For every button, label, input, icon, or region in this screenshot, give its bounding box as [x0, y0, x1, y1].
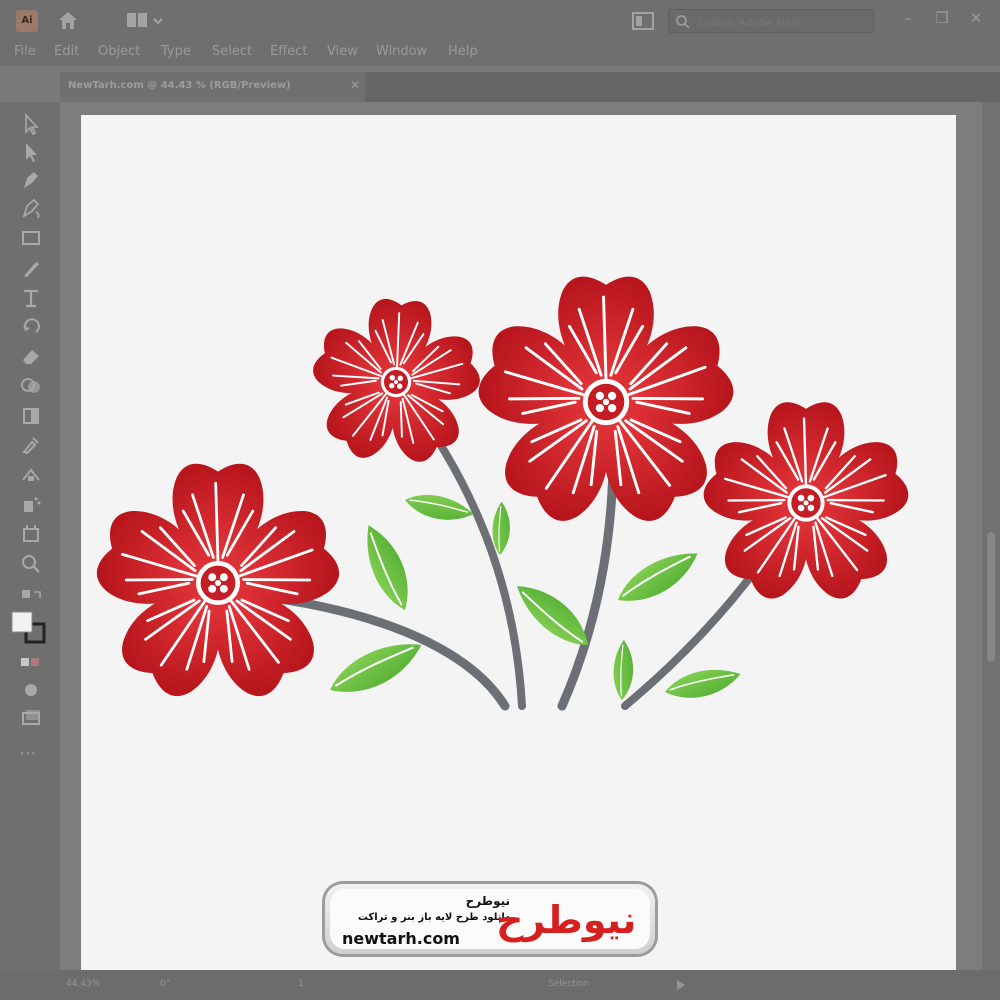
leaves [321, 484, 744, 702]
badge-title: نیوطرح [465, 894, 510, 908]
watermark-badge-inner: نیوطرح دانلود طرح لایه باز بنر و تراکت n… [330, 889, 650, 949]
flower-center [472, 277, 740, 532]
zoom-level[interactable]: 44.43% [66, 979, 100, 989]
artboard-number[interactable]: 1 [298, 979, 304, 989]
flower-left [91, 464, 346, 706]
current-tool-label: Selection [548, 979, 590, 989]
play-icon[interactable] [676, 979, 686, 991]
flower-artwork[interactable] [0, 0, 1000, 1000]
badge-subtitle: دانلود طرح لایه باز بنر و تراکت [357, 912, 510, 923]
badge-url: newtarh.com [342, 929, 460, 948]
status-bar: 44.43% 0° 1 Selection [0, 970, 1000, 1000]
flower-right [698, 402, 913, 607]
badge-logo: نیوطرح [496, 898, 637, 942]
flower-small [302, 294, 489, 473]
watermark-badge: نیوطرح دانلود طرح لایه باز بنر و تراکت n… [325, 884, 655, 954]
rotation-value[interactable]: 0° [160, 979, 170, 989]
